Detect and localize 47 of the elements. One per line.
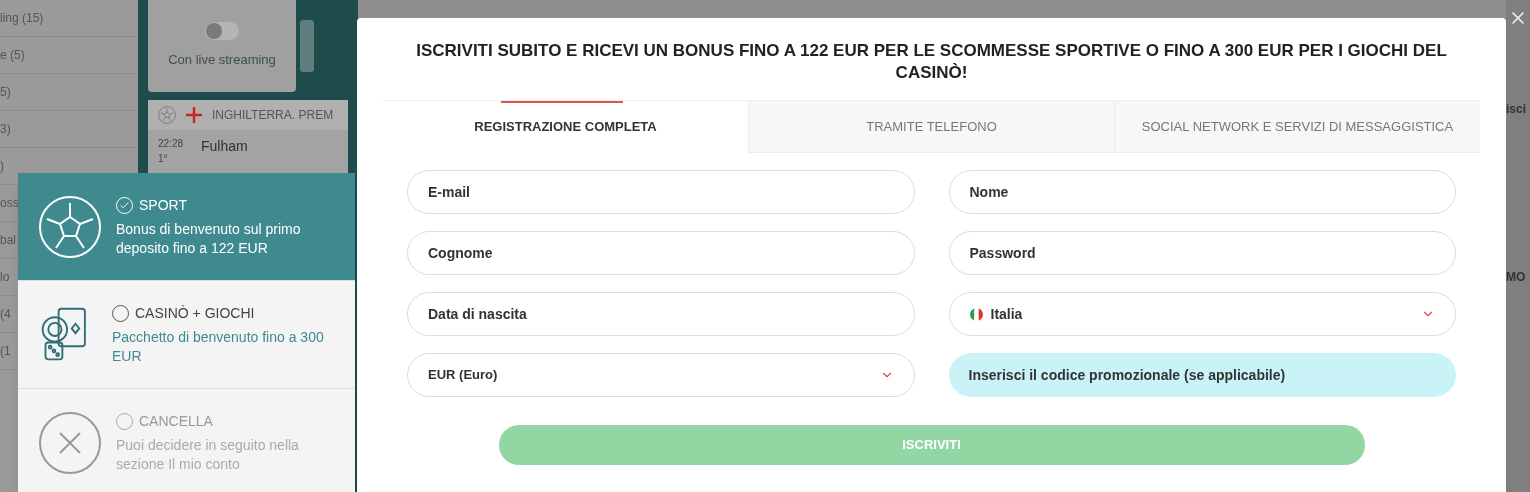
- tab[interactable]: TRAMITE TELEFONO: [748, 101, 1114, 153]
- toggle-switch[interactable]: [205, 22, 239, 41]
- cancel-circle-icon: [38, 410, 102, 475]
- panel-text: MO: [1506, 269, 1527, 286]
- input-field[interactable]: Password: [948, 231, 1456, 275]
- select-value: Italia: [990, 304, 1024, 324]
- sidebar-item[interactable]: bal: [0, 231, 16, 249]
- match-period: 1°: [158, 152, 169, 166]
- toggle-label: Con live streaming: [168, 51, 276, 70]
- soccer-ball-icon: [158, 106, 176, 124]
- sidebar-item[interactable]: ling (15): [0, 9, 44, 27]
- sidebar-item[interactable]: 3): [0, 120, 11, 138]
- flag-icon: [969, 307, 983, 321]
- sidebar-item[interactable]: (1: [0, 342, 11, 360]
- option-description: Pacchetto di benvenuto fino a 300 EUR: [112, 328, 325, 366]
- collapse-tab[interactable]: [300, 20, 314, 72]
- match-time: 22:28: [158, 137, 184, 151]
- option-title: CANCELLA: [139, 412, 213, 431]
- select-field[interactable]: Italia: [948, 292, 1456, 336]
- tab[interactable]: SOCIAL NETWORK E SERVIZI DI MESSAGGISTICA: [1114, 101, 1480, 153]
- soccer-ball-icon: [38, 194, 102, 259]
- flag-icon: [186, 107, 202, 123]
- sidebar-item[interactable]: 5): [0, 83, 11, 101]
- dialog-title: ISCRIVITI SUBITO E RICEVI UN BONUS FINO A 122 EUR PER LE SCOMMESSE SPORTIVE O FINO A 300 EUR PER I GIOCHI DEL CASINÒ!: [415, 40, 1448, 84]
- input-field[interactable]: E-mail: [407, 170, 915, 214]
- panel-text: isci: [1506, 101, 1527, 118]
- bonus-option[interactable]: CASINÒ + GIOCHI Pacchetto di benvenuto fino a 300 EUR: [18, 281, 355, 389]
- team-name: Fulham: [201, 137, 248, 156]
- select-field[interactable]: EUR (Euro): [407, 353, 915, 397]
- league-name: INGHILTERRA. PREM: [212, 107, 334, 124]
- bonus-option[interactable]: CANCELLA Puoi decidere in seguito nella sezione Il mio conto: [18, 389, 355, 492]
- input-field[interactable]: Data di nascita: [407, 292, 915, 336]
- option-description: Bonus di benvenuto sul primo deposito fino a 122 EUR: [116, 220, 302, 258]
- select-value: EUR (Euro): [428, 366, 499, 385]
- sidebar-item[interactable]: ): [0, 157, 4, 175]
- input-field[interactable]: Nome: [948, 170, 1456, 214]
- sidebar-item[interactable]: e (5): [0, 46, 25, 64]
- submit-button[interactable]: ISCRIVITI: [498, 425, 1365, 465]
- sidebar-item[interactable]: (4: [0, 305, 11, 323]
- promo-code-field[interactable]: Inserisci il codice promozionale (se applicabile): [948, 353, 1456, 397]
- sidebar-item[interactable]: oss: [0, 194, 19, 212]
- option-description: Puoi decidere in seguito nella sezione Il mio conto: [116, 436, 300, 474]
- input-field[interactable]: Cognome: [407, 231, 915, 275]
- bonus-option[interactable]: SPORT Bonus di benvenuto sul primo deposito fino a 122 EUR: [18, 173, 355, 281]
- option-title: SPORT: [139, 196, 187, 215]
- sidebar-item[interactable]: lo: [0, 268, 10, 286]
- option-title: CASINÒ + GIOCHI: [135, 304, 255, 323]
